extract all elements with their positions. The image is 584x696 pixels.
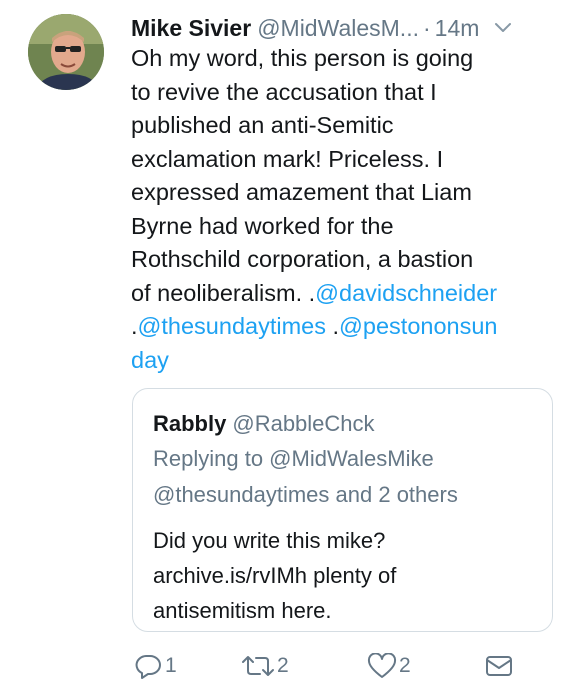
- direct-message-button[interactable]: [484, 648, 514, 684]
- reply-icon: [135, 655, 161, 679]
- reply-button[interactable]: 1: [133, 648, 177, 684]
- tweet-text-sep2: .: [325, 313, 340, 339]
- quoted-tweet[interactable]: Rabbly @RabbleChck Replying to @MidWales…: [132, 388, 553, 632]
- avatar[interactable]: [28, 14, 104, 90]
- retweet-button[interactable]: 2: [241, 648, 289, 684]
- tweet-text-main: Oh my word, this person is going to revi…: [131, 45, 474, 306]
- chevron-down-icon[interactable]: [493, 21, 513, 35]
- quoted-author-handle: @RabbleChck: [232, 411, 375, 436]
- tweet-actions: 1 2 2: [131, 648, 531, 684]
- quoted-tweet-header: Rabbly @RabbleChck: [153, 407, 532, 441]
- envelope-icon: [486, 656, 512, 676]
- like-button[interactable]: 2: [367, 648, 411, 684]
- quoted-replying-to: Replying to @MidWalesMike @thesundaytime…: [153, 446, 458, 507]
- mention-davidschneider[interactable]: @davidschneider: [315, 280, 497, 306]
- mention-thesundaytimes[interactable]: @thesundaytimes: [138, 313, 326, 339]
- tweet-header: Mike Sivier @MidWalesM... · 14m: [131, 10, 571, 46]
- retweet-icon: [242, 656, 274, 676]
- author-name[interactable]: Mike Sivier: [131, 15, 251, 42]
- like-count: 2: [399, 654, 411, 677]
- quoted-tweet-text: Did you write this mike? archive.is/rvIM…: [153, 528, 397, 623]
- retweet-count: 2: [277, 654, 289, 677]
- separator-dot: ·: [422, 14, 431, 41]
- author-handle[interactable]: @MidWalesM...: [257, 15, 419, 42]
- quoted-author-name: Rabbly: [153, 411, 227, 436]
- tweet-timestamp[interactable]: 14m: [435, 15, 480, 42]
- heart-icon: [367, 653, 397, 678]
- avatar-photo: [28, 14, 104, 90]
- reply-count: 1: [165, 654, 177, 677]
- tweet-text: Oh my word, this person is going to revi…: [131, 42, 571, 377]
